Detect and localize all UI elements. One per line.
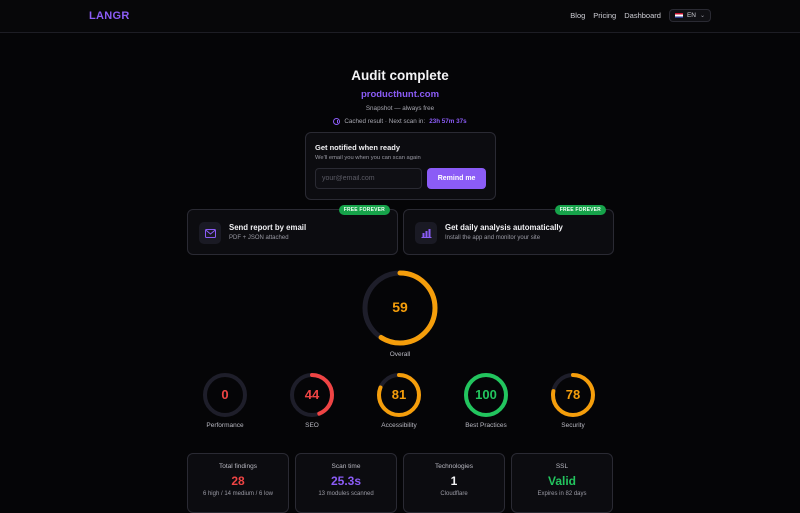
page-title: Audit complete [351, 68, 449, 83]
overall-label: Overall [389, 351, 411, 358]
score-label: Accessibility [381, 422, 417, 429]
free-forever-badge: FREE FOREVER [338, 205, 390, 215]
stat-scan-time: Scan time 25.3s 13 modules scanned [295, 453, 397, 513]
nav-dashboard[interactable]: Dashboard [624, 11, 661, 20]
stat-title: SSL [555, 463, 569, 470]
stat-title: Scan time [331, 463, 361, 470]
remind-me-button[interactable]: Remind me [427, 168, 486, 189]
score-gauge-seo: 44 SEO [282, 372, 342, 429]
score-gauge-performance: 0 Performance [195, 372, 255, 429]
top-navbar: LANGR Blog Pricing Dashboard EN ⌄ [0, 0, 800, 33]
stat-subtitle: Expires in 82 days [537, 491, 587, 497]
bar-chart-icon [415, 222, 437, 244]
logo[interactable]: LANGR [89, 10, 130, 22]
cached-label: Cached result · Next scan in: [344, 118, 426, 125]
email-field[interactable] [315, 168, 423, 189]
stat-subtitle: 6 high / 14 medium / 6 low [202, 491, 274, 497]
language-label: EN [686, 12, 696, 19]
score-value: 44 [304, 387, 320, 402]
score-label: Performance [206, 422, 244, 429]
nav-blog[interactable]: Blog [570, 11, 585, 20]
score-label: SEO [305, 422, 319, 429]
stat-total-findings: Total findings 28 6 high / 14 medium / 6… [187, 453, 289, 513]
score-label: Best Practices [465, 422, 507, 429]
clock-icon [333, 118, 341, 125]
score-value: 81 [391, 387, 407, 402]
stat-value: 28 [231, 474, 245, 488]
stat-subtitle: Cloudflare [440, 491, 468, 497]
notify-panel: Get notified when ready We'll email you … [305, 132, 496, 200]
stat-value: Valid [547, 474, 576, 488]
card-subtitle: Install the app and monitor your site [445, 235, 541, 241]
audit-header: Audit complete producthunt.com Snapshot … [0, 68, 800, 125]
next-scan-countdown: 23h 57m 37s [429, 118, 467, 125]
score-gauge-accessibility: 81 Accessibility [369, 372, 429, 429]
stat-title: Technologies [435, 463, 473, 470]
overall-score-gauge: 59 Overall [360, 268, 440, 358]
stat-value: 1 [450, 474, 458, 488]
card-title: Send report by email [229, 223, 307, 232]
nav-links: Blog Pricing Dashboard EN ⌄ [570, 9, 711, 22]
send-report-card[interactable]: FREE FOREVER Send report by email PDF + … [187, 205, 398, 255]
card-title: Get daily analysis automatically [445, 223, 563, 232]
flag-icon [674, 13, 683, 18]
score-value: 0 [221, 387, 229, 402]
nav-pricing[interactable]: Pricing [593, 11, 616, 20]
stat-title: Total findings [219, 463, 257, 470]
score-gauge-best-practices: 100 Best Practices [456, 372, 516, 429]
language-selector[interactable]: EN ⌄ [668, 9, 711, 22]
snapshot-note: Snapshot — always free [365, 105, 435, 112]
stat-ssl: SSL Valid Expires in 82 days [511, 453, 613, 513]
chevron-down-icon: ⌄ [699, 13, 705, 19]
overall-score: 59 [392, 299, 408, 315]
score-value: 100 [475, 387, 497, 402]
audited-domain: producthunt.com [360, 89, 440, 100]
mail-icon [199, 222, 221, 244]
card-subtitle: PDF + JSON attached [229, 235, 289, 241]
free-forever-badge: FREE FOREVER [554, 205, 606, 215]
stat-technologies: Technologies 1 Cloudflare [403, 453, 505, 513]
score-gauge-security: 78 Security [543, 372, 603, 429]
stat-subtitle: 13 modules scanned [318, 491, 374, 497]
daily-analysis-card[interactable]: FREE FOREVER Get daily analysis automati… [403, 205, 614, 255]
notify-title: Get notified when ready [315, 143, 401, 152]
score-label: Security [561, 422, 585, 429]
notify-subtitle: We'll email you when you can scan again [315, 155, 421, 161]
stat-value: 25.3s [330, 474, 362, 488]
cached-result: Cached result · Next scan in: 23h 57m 37… [0, 118, 800, 125]
score-value: 78 [565, 387, 581, 402]
